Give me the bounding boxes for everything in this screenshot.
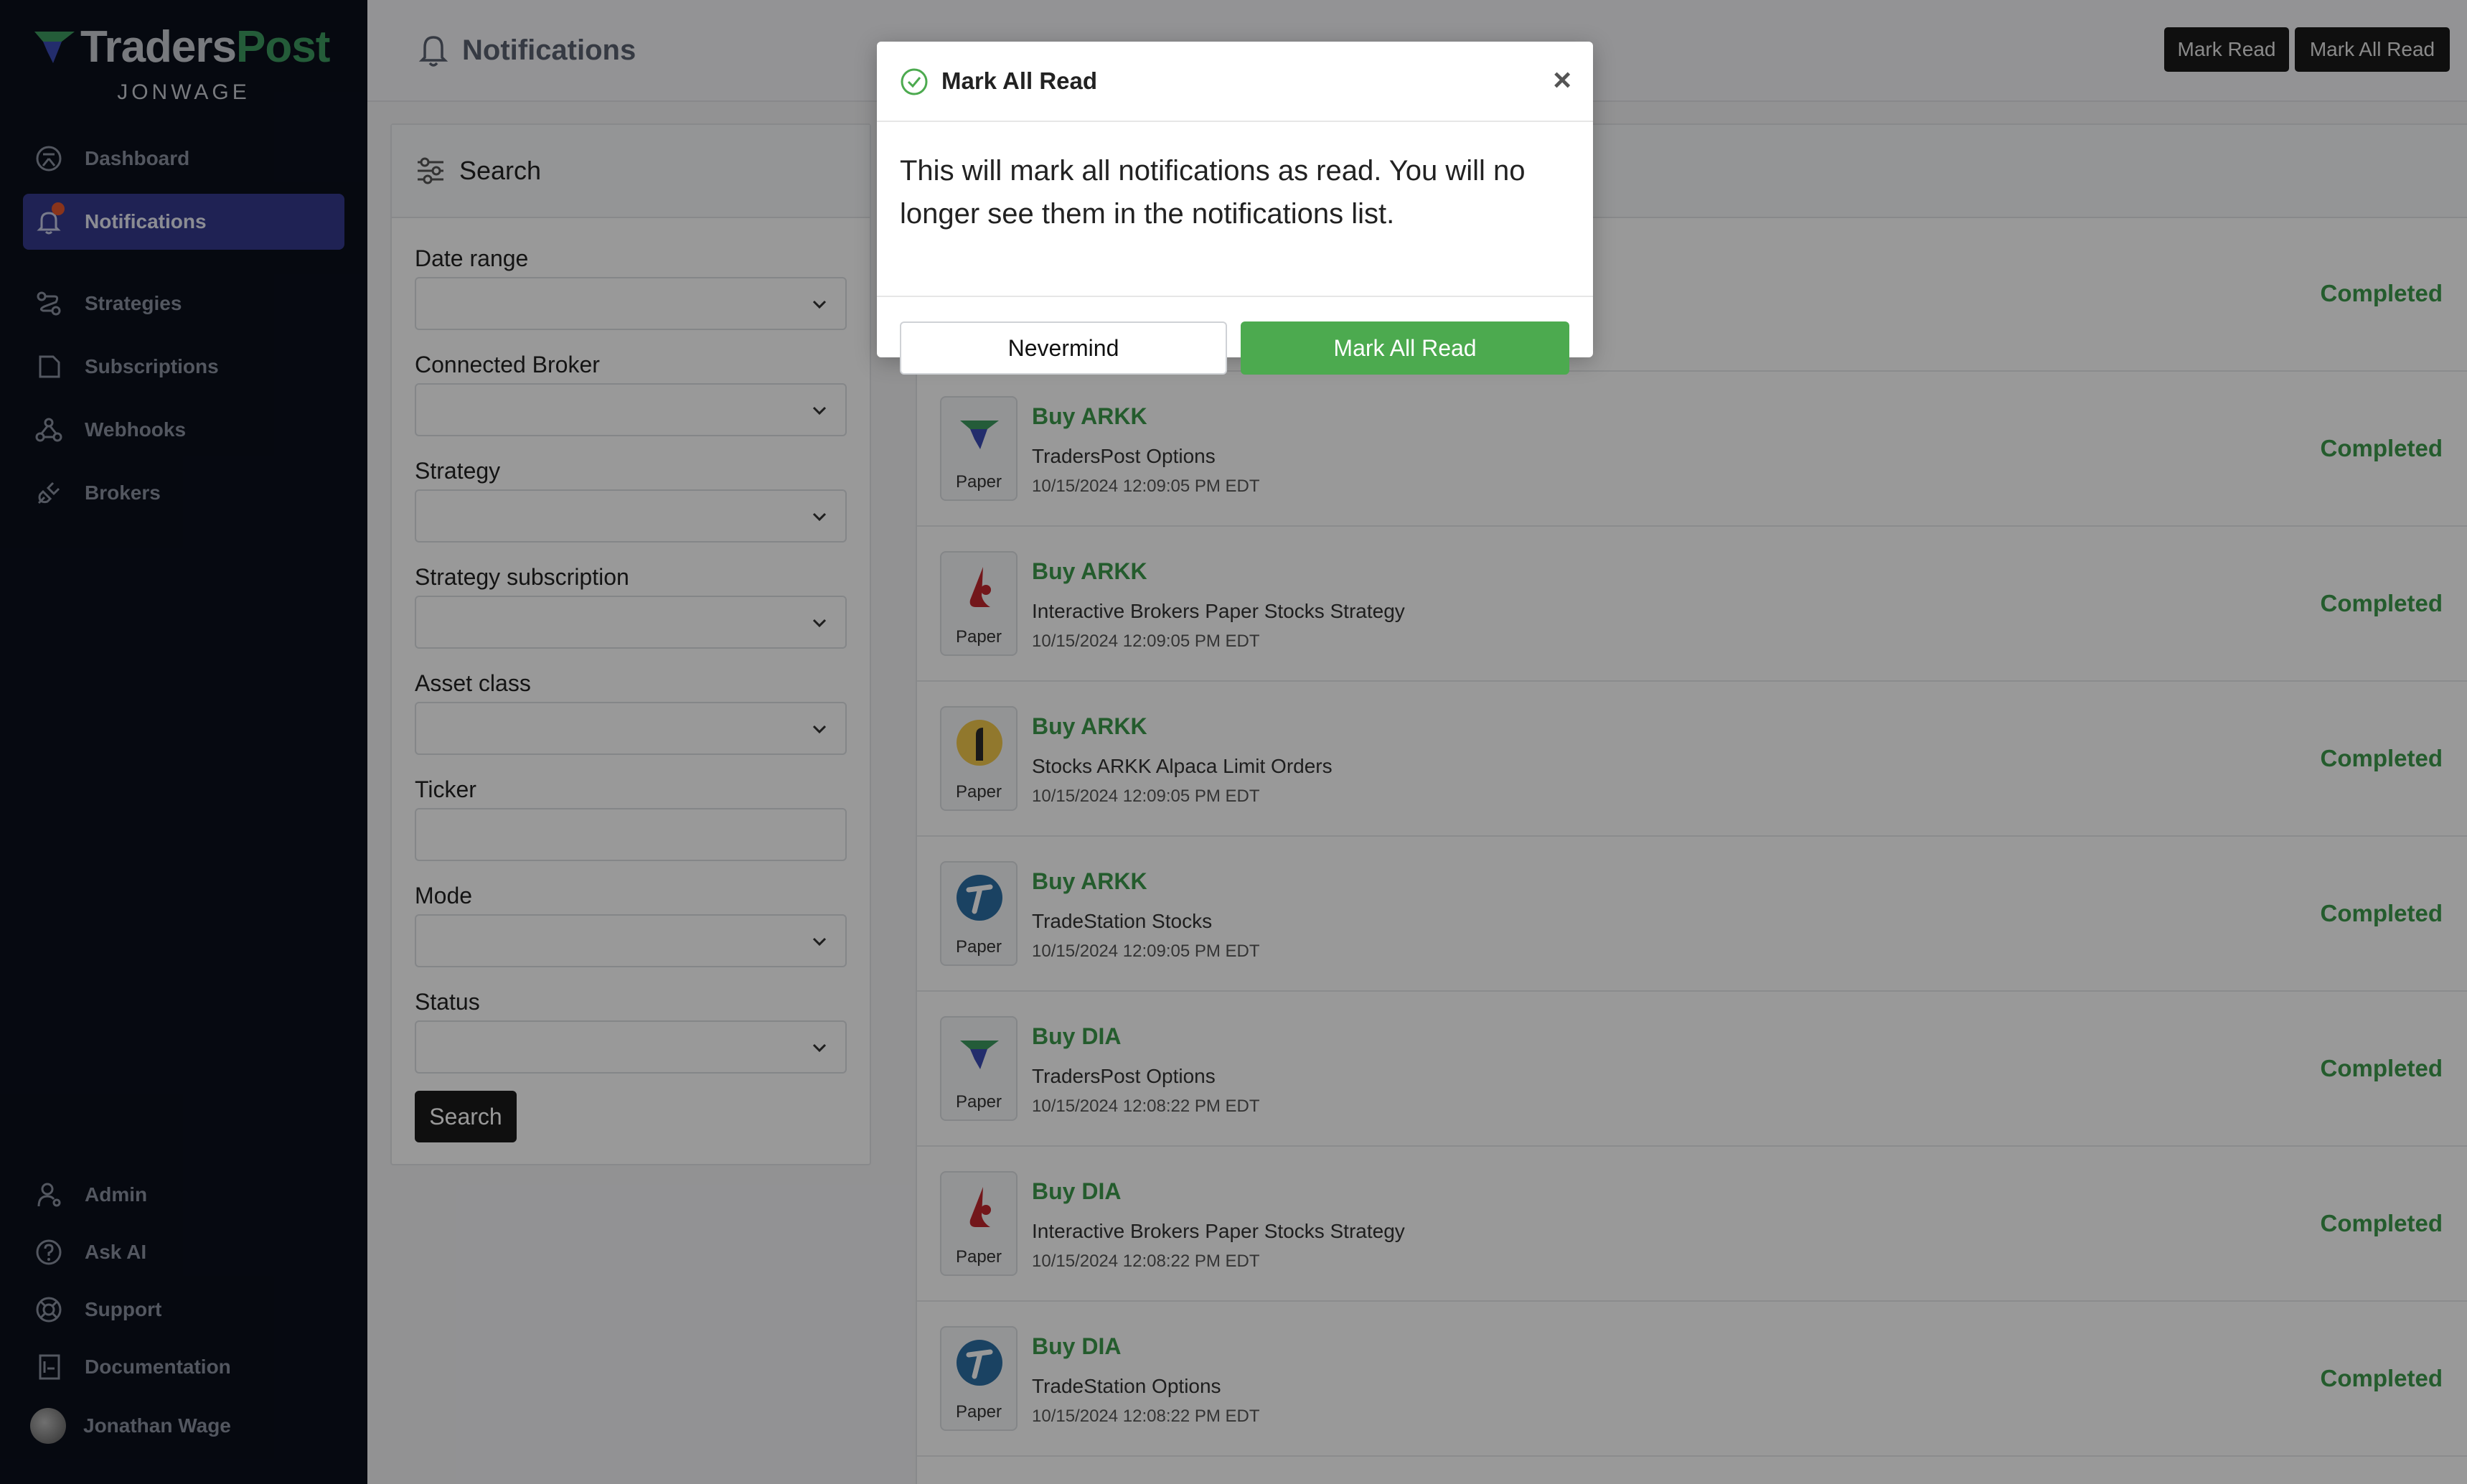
confirm-dialog: Mark All Read × This will mark all notif… <box>877 42 1593 375</box>
dialog-header: Mark All Read × <box>877 42 1593 122</box>
confirm-mark-all-read-button[interactable]: Mark All Read <box>1241 321 1569 375</box>
check-circle-icon <box>901 68 928 95</box>
dialog-message: This will mark all notifications as read… <box>900 155 1526 230</box>
dialog-footer-divider <box>877 296 1593 297</box>
close-icon[interactable]: × <box>1553 65 1571 96</box>
dialog-title: Mark All Read <box>941 67 1098 94</box>
nevermind-button[interactable]: Nevermind <box>900 321 1227 375</box>
